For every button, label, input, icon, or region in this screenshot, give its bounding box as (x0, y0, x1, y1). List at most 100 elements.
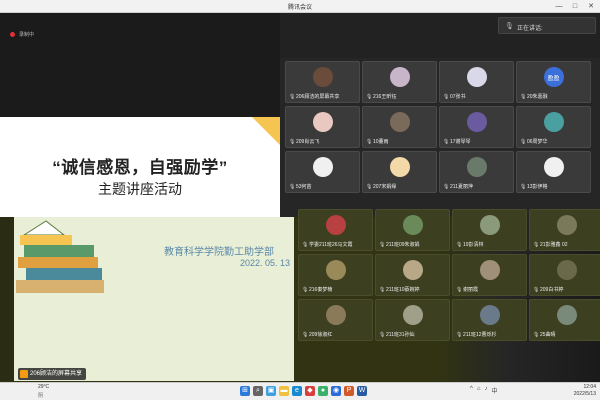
organizer-name: 教育科学学院勤工助学部 (164, 247, 274, 258)
clock[interactable]: 12:04 2022/5/13 (574, 384, 596, 398)
taskbar: 29°C 阴 ⊞ ⌕ ▣ ▬ e ◆ ● ◉ P W ^ ⌂ ♪ 中 12:04… (0, 382, 600, 400)
participant-name: 207宋娟缘 (373, 184, 397, 190)
participant-name: 学委211班26马文霞 (309, 242, 353, 248)
participant-name: 19彭清林 (463, 242, 484, 248)
presentation-slide-lower: 教育科学学院勤工助学部 2022. 05. 13 (14, 217, 294, 381)
participant-avatar (402, 305, 423, 325)
weather-temperature[interactable]: 29°C (38, 384, 49, 390)
participant-avatar (312, 112, 333, 132)
mic-icon: 🎙 (533, 242, 540, 248)
mic-icon: 🎙 (289, 139, 296, 145)
mic-icon: 🎙 (379, 287, 386, 293)
folder-icon[interactable]: ▬ (279, 386, 289, 396)
participant-name: 25曲晴 (540, 332, 556, 338)
participant-tile[interactable]: 🎙 19彭清林 (452, 209, 527, 251)
participant-name: 211班12曹烁杉 (463, 332, 497, 338)
record-icon (10, 32, 15, 37)
network-icon[interactable]: ⌂ (477, 386, 481, 395)
chevron-up-icon[interactable]: ^ (470, 386, 473, 395)
participant-avatar (312, 157, 333, 177)
slide-title: “诚信感恩，自强励学” (52, 158, 228, 177)
participant-avatar (389, 157, 410, 177)
participant-tile[interactable]: 🎙 学委211班26马文霞 (298, 209, 373, 251)
participant-tile[interactable]: 🎙 211班31孙灿 (375, 299, 450, 341)
left-strip (0, 217, 14, 381)
mic-icon: 🎙 (302, 332, 309, 338)
office-icon[interactable]: P (344, 386, 354, 396)
participant-tile[interactable]: 🎙 209肖云飞 (285, 106, 360, 148)
word-icon[interactable]: W (357, 386, 367, 396)
mic-icon: 🎙 (379, 332, 386, 338)
mic-icon: 🎙 (366, 184, 373, 190)
minimize-button[interactable]: — (552, 2, 566, 11)
close-button[interactable]: ✕ (584, 2, 598, 11)
participant-tile[interactable]: 🎙 211班10蔡婉婷 (375, 254, 450, 296)
recording-label[interactable]: 录制中 (19, 31, 34, 38)
mic-icon: 🎙 (443, 94, 450, 100)
participant-avatar (543, 112, 564, 132)
participant-tile[interactable]: 盈盈 🎙 20朱嘉融 (516, 61, 591, 103)
screen-share-icon (20, 370, 28, 378)
input-language[interactable]: 中 (491, 386, 497, 395)
participant-avatar (556, 305, 577, 325)
taskbar-apps: ⊞ ⌕ ▣ ▬ e ◆ ● ◉ P W (240, 386, 367, 396)
participant-tile[interactable]: 🎙 207宋娟缘 (362, 151, 437, 193)
participant-tile[interactable]: 🎙 21彭雅鑫 02 (529, 209, 600, 251)
participant-avatar (466, 67, 487, 87)
meeting-main: 录制中 🎙 正在讲话: “诚信感恩，自强励学” 主题讲座活动 教育科学学院勤工助… (0, 13, 600, 387)
clock-time: 12:04 (583, 384, 596, 390)
system-tray: ^ ⌂ ♪ 中 (470, 386, 497, 395)
task-view-icon[interactable]: ▣ (266, 386, 276, 396)
participant-tile[interactable]: 🎙 209白书婷 (529, 254, 600, 296)
mic-icon: 🎙 (520, 184, 527, 190)
event-date: 2022. 05. 13 (240, 258, 291, 268)
participant-tile[interactable]: 🎙 216秦梦楠 (298, 254, 373, 296)
participant-tile[interactable]: 🎙 211夏丽萍 (439, 151, 514, 193)
participant-tile[interactable]: 🎙 211班12曹烁杉 (452, 299, 527, 341)
participant-tile[interactable]: 🎙 13彭伊格 (516, 151, 591, 193)
participant-name: 211班31孙灿 (386, 332, 415, 338)
tencent-meeting-icon[interactable]: ◉ (331, 386, 341, 396)
participant-avatar (479, 260, 500, 280)
mic-icon: 🎙 (366, 94, 373, 100)
mic-icon: 🎙 (533, 332, 540, 338)
maximize-button[interactable]: □ (568, 2, 582, 11)
participant-tile[interactable]: 🎙 209徐淑红 (298, 299, 373, 341)
mic-icon: 🎙 (520, 94, 527, 100)
participant-name: 20朱嘉融 (527, 94, 548, 100)
participant-name: 13彭伊格 (527, 184, 548, 190)
windows-start-icon[interactable]: ⊞ (240, 386, 250, 396)
wechat-icon[interactable]: ● (318, 386, 328, 396)
participant-name: 206顾洁的屏幕共享 (296, 94, 340, 100)
participant-tile[interactable]: 🎙 216王昕钰 (362, 61, 437, 103)
participant-tile[interactable]: 🎙 25曲晴 (529, 299, 600, 341)
participant-tile[interactable]: 🎙 谢丽霞 (452, 254, 527, 296)
participant-tile[interactable]: 🎙 53何苗 (285, 151, 360, 193)
mic-icon: 🎙 (456, 287, 463, 293)
mic-icon: 🎙 (302, 242, 309, 248)
mic-icon: 🎙 (520, 139, 527, 145)
participant-name: 216秦梦楠 (309, 287, 333, 293)
search-icon[interactable]: ⌕ (253, 386, 263, 396)
volume-icon[interactable]: ♪ (484, 386, 487, 395)
participant-tile[interactable]: 🎙 10董雨 (362, 106, 437, 148)
mic-icon: 🎙 (456, 332, 463, 338)
participant-tile[interactable]: 🎙 206顾洁的屏幕共享 (285, 61, 360, 103)
participant-tile[interactable]: 🎙 06周梦华 (516, 106, 591, 148)
participant-name: 21彭雅鑫 02 (540, 242, 568, 248)
participant-name: 209徐淑红 (309, 332, 333, 338)
screen-share-label[interactable]: 206顾洁的屏幕共享 (18, 368, 87, 380)
participant-tile[interactable]: 🎙 17谢琴琴 (439, 106, 514, 148)
participant-avatar (325, 215, 346, 235)
store-icon[interactable]: ◆ (305, 386, 315, 396)
participant-avatar (325, 260, 346, 280)
mic-icon: 🎙 (379, 242, 386, 248)
edge-browser-icon[interactable]: e (292, 386, 302, 396)
weather-description[interactable]: 阴 (38, 392, 43, 399)
participant-tile[interactable]: 🎙 211班09朱淑娟 (375, 209, 450, 251)
mic-icon: 🎙 (289, 94, 296, 100)
mic-icon: 🎙 (505, 23, 514, 30)
participant-tile[interactable]: 🎙 07张书 (439, 61, 514, 103)
participant-avatar (556, 215, 577, 235)
participant-avatar (402, 260, 423, 280)
